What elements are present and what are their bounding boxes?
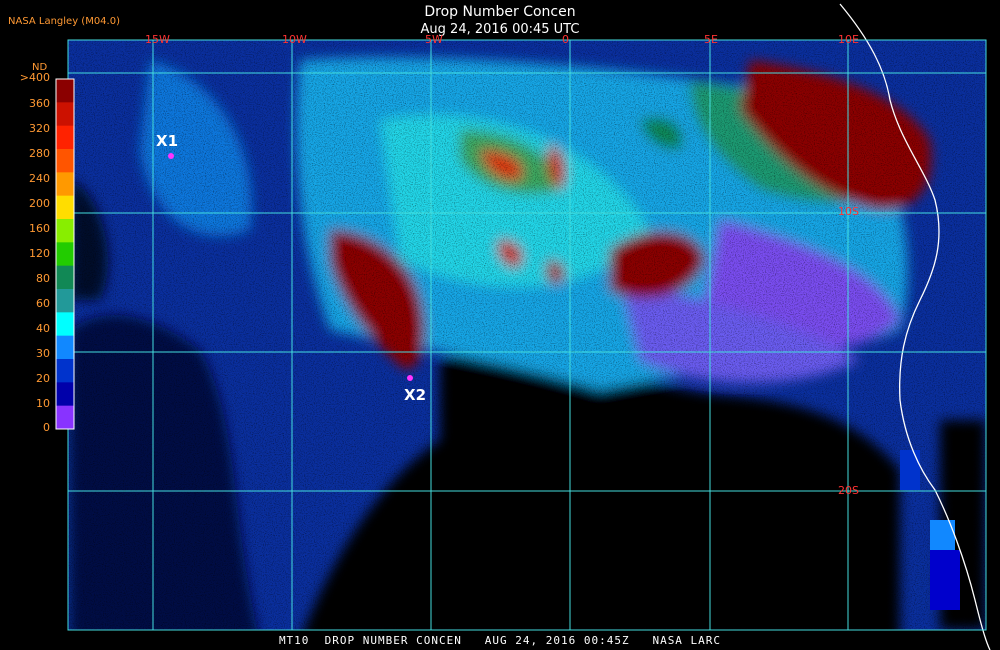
- legend-swatch: [56, 335, 74, 360]
- legend-swatch: [56, 359, 74, 383]
- legend-swatch: [56, 219, 74, 243]
- legend-swatch: [56, 265, 74, 290]
- legend-label: 280: [29, 147, 50, 160]
- legend-label: 20: [36, 372, 50, 385]
- footer-caption: MT10 DROP NUMBER CONCEN AUG 24, 2016 00:…: [278, 634, 722, 647]
- marker-x2-dot: [407, 375, 413, 381]
- legend-label: 160: [29, 222, 50, 235]
- legend-swatch: [56, 405, 74, 430]
- legend-swatch: [56, 242, 74, 267]
- legend-label: 40: [36, 322, 50, 335]
- legend-label: >400: [19, 71, 50, 84]
- legend-label: 360: [29, 97, 50, 110]
- satellite-map: [55, 3, 991, 650]
- marker-x1: X1: [156, 132, 179, 150]
- legend-swatch: [56, 382, 74, 407]
- lon-label: 5E: [704, 33, 718, 46]
- legend-swatch: [56, 79, 74, 103]
- legend-label: 60: [36, 297, 50, 310]
- lon-label: 10W: [282, 33, 307, 46]
- legend-swatch: [56, 172, 74, 197]
- legend-label: 0: [43, 421, 50, 434]
- legend-swatch: [56, 289, 74, 313]
- legend-colorbar: [55, 78, 75, 430]
- lon-label: 10E: [838, 33, 859, 46]
- legend-label: 320: [29, 122, 50, 135]
- lat-label: 10S: [838, 205, 859, 218]
- legend-swatch: [56, 312, 74, 337]
- lon-label: 15W: [145, 33, 170, 46]
- legend-label: 10: [36, 397, 50, 410]
- legend-swatch: [56, 102, 74, 127]
- legend-label: 200: [29, 197, 50, 210]
- lat-label: 20S: [838, 484, 859, 497]
- legend-label: 120: [29, 247, 50, 260]
- legend-swatch: [56, 195, 74, 220]
- legend-label: 80: [36, 272, 50, 285]
- legend-label: 240: [29, 172, 50, 185]
- lon-label: 5W: [425, 33, 443, 46]
- legend-label: 30: [36, 347, 50, 360]
- marker-x2: X2: [404, 386, 427, 404]
- lon-label: 0: [562, 33, 569, 46]
- marker-x1-dot: [168, 153, 174, 159]
- legend-swatch: [56, 149, 74, 173]
- legend-swatch: [56, 125, 74, 150]
